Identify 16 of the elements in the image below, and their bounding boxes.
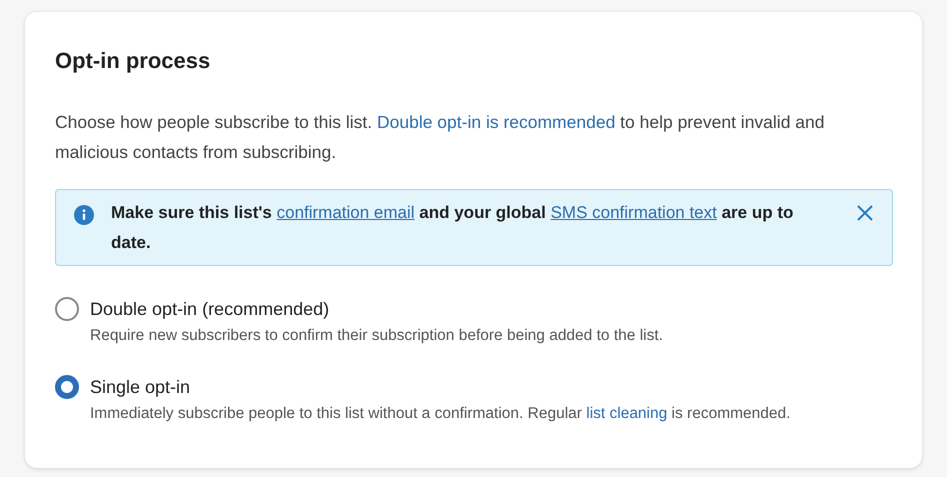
text-link[interactable]: list cleaning [586, 405, 668, 422]
radio-button[interactable] [55, 297, 79, 321]
option-label[interactable]: Single opt-in [90, 374, 190, 400]
radio-button[interactable] [55, 375, 79, 399]
banner-text: Make sure this list's confirmation email and your global SMS confirmation text are up to date. [111, 202, 794, 254]
text-link[interactable]: confirmation email [276, 203, 415, 222]
info-icon [74, 205, 94, 225]
option-label[interactable]: Double opt-in (recommended) [90, 296, 330, 322]
text-link[interactable]: Double opt-in is recommended [376, 112, 616, 132]
card-title: Opt-in process [55, 47, 212, 75]
text-link[interactable]: SMS confirmation text [550, 203, 717, 222]
option-description: Require new subscribers to confirm their subscription before being added to the list. [90, 326, 664, 346]
close-icon [856, 204, 874, 222]
close-button[interactable] [856, 204, 874, 222]
description-text: Choose how people subscribe to this list. Double opt-in is recommended to help prevent invalid and malicious contacts from subscribing. [55, 111, 826, 164]
option-description: Immediately subscribe people to this list without a confirmation. Regular list cleaning is recommended. [90, 404, 792, 424]
